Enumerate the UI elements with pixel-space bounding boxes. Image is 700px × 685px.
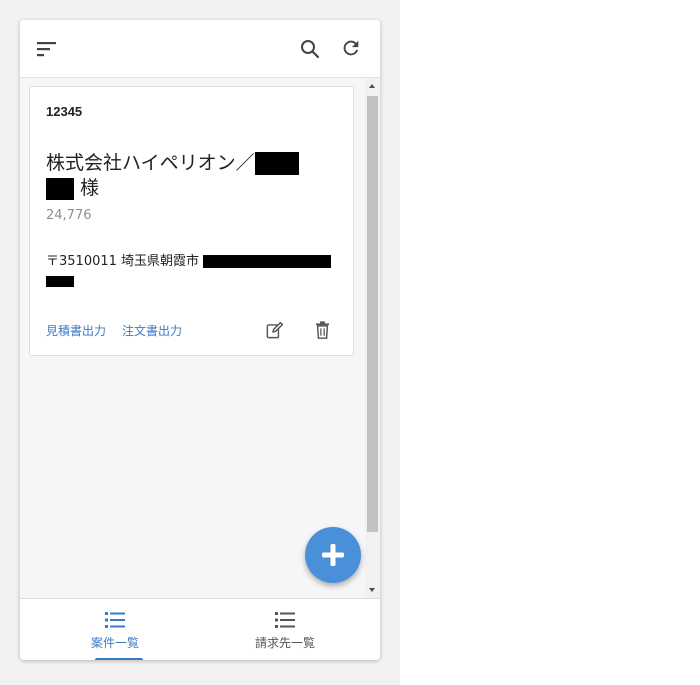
case-number: 12345: [46, 104, 83, 119]
nav-billing-list[interactable]: 請求先一覧: [195, 599, 375, 660]
redaction-block: [203, 255, 332, 268]
search-icon[interactable]: [295, 34, 325, 64]
delete-icon[interactable]: [311, 319, 333, 341]
scroll-up-arrow[interactable]: [369, 84, 375, 88]
customer-name: 株式会社ハイペリオン／ 様: [46, 151, 336, 201]
scrollbar-thumb[interactable]: [367, 96, 378, 532]
sort-menu-icon[interactable]: [32, 34, 62, 64]
list-icon: [275, 612, 295, 628]
redaction-block: [46, 177, 74, 200]
plus-icon: [322, 544, 344, 566]
redaction-block: [46, 276, 74, 287]
refresh-icon[interactable]: [336, 33, 366, 63]
estimate-output-link[interactable]: 見積書出力: [46, 322, 106, 339]
nav-label: 案件一覧: [90, 636, 139, 650]
scroll-down-arrow[interactable]: [369, 588, 375, 592]
case-list[interactable]: 12345 株式会社ハイペリオン／ 様 24,776 〒3510011 埼玉県朝…: [20, 78, 380, 598]
app-bar: [20, 20, 380, 78]
redaction-block: [254, 152, 299, 175]
case-card[interactable]: 12345 株式会社ハイペリオン／ 様 24,776 〒3510011 埼玉県朝…: [29, 86, 354, 356]
nav-label: 請求先一覧: [254, 636, 315, 650]
bottom-navigation: 案件一覧 請求先一覧: [20, 598, 380, 660]
active-tab-indicator: [95, 658, 143, 660]
case-amount: 24,776: [46, 208, 92, 223]
customer-name-text: 株式会社ハイペリオン／: [46, 152, 255, 174]
list-icon: [105, 612, 125, 628]
app-window: 12345 株式会社ハイペリオン／ 様 24,776 〒3510011 埼玉県朝…: [20, 20, 380, 660]
edit-icon[interactable]: [263, 319, 285, 341]
nav-case-list[interactable]: 案件一覧: [25, 599, 205, 660]
customer-address: 〒3510011 埼玉県朝霞市: [46, 252, 346, 292]
add-case-button[interactable]: [305, 527, 361, 583]
address-text: 〒3510011 埼玉県朝霞市: [46, 254, 200, 269]
scrollbar[interactable]: [365, 78, 380, 598]
order-output-link[interactable]: 注文書出力: [122, 322, 182, 339]
customer-suffix: 様: [80, 177, 100, 199]
